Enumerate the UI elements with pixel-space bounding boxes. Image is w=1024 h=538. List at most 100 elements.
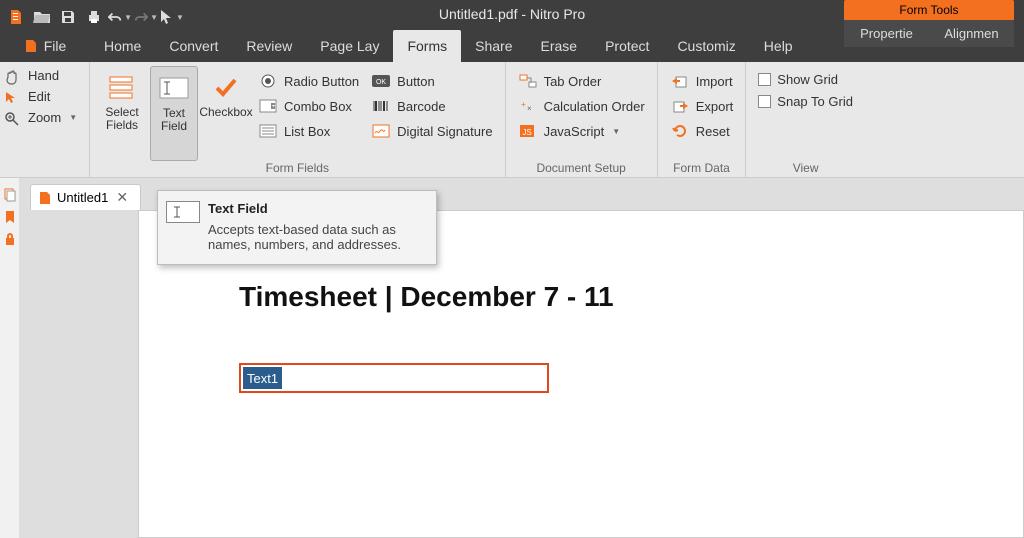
tab-customize[interactable]: Customiz <box>663 30 749 62</box>
group-view: Show Grid Snap To Grid View <box>746 62 865 177</box>
checkbox-icon <box>211 72 241 102</box>
calculation-order-label: Calculation Order <box>544 99 645 114</box>
tab-help[interactable]: Help <box>750 30 807 62</box>
reset-button[interactable]: Reset <box>666 120 738 142</box>
list-box-button[interactable]: List Box <box>254 120 363 142</box>
export-icon <box>670 97 690 115</box>
chevron-down-icon: ▼ <box>124 13 132 22</box>
text-field-button[interactable]: Text Field <box>150 66 198 161</box>
group-document-setup: Tab Order +× Calculation Order JS JavaSc… <box>506 62 658 177</box>
svg-text:+: + <box>521 100 526 109</box>
select-fields-button[interactable]: Select Fields <box>98 66 146 161</box>
import-icon <box>670 72 690 90</box>
tab-review[interactable]: Review <box>232 30 306 62</box>
hand-icon <box>4 69 22 83</box>
chevron-down-icon: ▼ <box>612 127 620 136</box>
calculation-order-button[interactable]: +× Calculation Order <box>514 95 649 117</box>
ribbon: Hand Edit Zoom ▼ Select Fields Te <box>0 62 1024 178</box>
tab-order-icon <box>518 72 538 90</box>
form-text-field[interactable]: Text1 <box>239 363 549 393</box>
javascript-button[interactable]: JS JavaScript ▼ <box>514 120 649 142</box>
js-icon: JS <box>518 122 538 140</box>
security-panel-icon[interactable] <box>3 232 17 246</box>
radio-icon <box>258 72 278 90</box>
tab-erase[interactable]: Erase <box>527 30 592 62</box>
tooltip: Text Field Accepts text-based data such … <box>157 190 437 265</box>
snap-to-grid-checkbox[interactable]: Snap To Grid <box>754 92 857 111</box>
tab-share[interactable]: Share <box>461 30 526 62</box>
chevron-down-icon: ▼ <box>176 13 184 22</box>
group-label-view: View <box>754 161 857 175</box>
tab-forms[interactable]: Forms <box>393 30 461 62</box>
reset-icon <box>670 122 690 140</box>
tab-order-button[interactable]: Tab Order <box>514 70 649 92</box>
digital-signature-button[interactable]: Digital Signature <box>367 120 496 142</box>
checkbox-label: Checkbox <box>199 106 252 119</box>
file-menu-button[interactable]: File <box>0 30 90 62</box>
combo-box-button[interactable]: Combo Box <box>254 95 363 117</box>
group-label-form-data: Form Data <box>666 161 738 175</box>
hand-tool[interactable]: Hand <box>4 68 85 83</box>
select-fields-label: Select Fields <box>100 106 144 132</box>
calc-order-icon: +× <box>518 97 538 115</box>
workspace: Untitled1 ✕ Timesheet | December 7 - 11 … <box>0 178 1024 538</box>
combo-icon <box>258 97 278 115</box>
tool-mode-panel: Hand Edit Zoom ▼ <box>0 62 90 177</box>
form-tools-header: Form Tools <box>844 0 1014 20</box>
tab-home[interactable]: Home <box>90 30 155 62</box>
hand-tool-label: Hand <box>28 68 59 83</box>
cursor-select-icon[interactable]: ▼ <box>160 5 184 29</box>
tab-page-layout[interactable]: Page Lay <box>306 30 393 62</box>
app-icon[interactable] <box>4 5 28 29</box>
form-field-name: Text1 <box>243 367 282 389</box>
checkbox-box-icon <box>758 73 771 86</box>
select-fields-icon <box>107 72 137 102</box>
title-bar: ▼ ▼ ▼ Untitled1.pdf - Nitro Pro Form Too… <box>0 0 1024 62</box>
navigation-sidebar <box>0 178 20 538</box>
arrow-edit-icon <box>4 90 22 104</box>
print-icon[interactable] <box>82 5 106 29</box>
close-tab-icon[interactable]: ✕ <box>114 189 130 206</box>
chevron-down-icon: ▼ <box>150 13 158 22</box>
file-icon <box>24 39 38 53</box>
reset-label: Reset <box>696 124 730 139</box>
button-label: Button <box>397 74 435 89</box>
signature-icon <box>371 122 391 140</box>
tab-convert[interactable]: Convert <box>155 30 232 62</box>
barcode-button[interactable]: Barcode <box>367 95 496 117</box>
window-title: Untitled1.pdf - Nitro Pro <box>439 6 585 22</box>
chevron-down-icon: ▼ <box>69 113 77 122</box>
document-tab[interactable]: Untitled1 ✕ <box>30 184 141 210</box>
import-button[interactable]: Import <box>666 70 738 92</box>
list-icon <box>258 122 278 140</box>
show-grid-checkbox[interactable]: Show Grid <box>754 70 857 89</box>
redo-icon[interactable]: ▼ <box>134 5 158 29</box>
ok-button-icon: OK <box>371 72 391 90</box>
bookmarks-panel-icon[interactable] <box>3 210 17 224</box>
save-icon[interactable] <box>56 5 80 29</box>
export-button[interactable]: Export <box>666 95 738 117</box>
tab-order-label: Tab Order <box>544 74 602 89</box>
document-heading: Timesheet | December 7 - 11 <box>239 281 983 313</box>
undo-icon[interactable]: ▼ <box>108 5 132 29</box>
tooltip-title: Text Field <box>208 201 424 216</box>
zoom-tool[interactable]: Zoom ▼ <box>4 110 85 125</box>
checkbox-box-icon <box>758 95 771 108</box>
tooltip-body: Accepts text-based data such as names, n… <box>208 222 424 252</box>
text-field-icon <box>166 201 200 223</box>
pages-panel-icon[interactable] <box>3 188 17 202</box>
svg-text:OK: OK <box>376 79 386 86</box>
document-tab-label: Untitled1 <box>57 190 108 205</box>
pdf-file-icon <box>39 191 51 205</box>
ribbon-tabs: File Home Convert Review Page Lay Forms … <box>0 30 1024 62</box>
button-button[interactable]: OK Button <box>367 70 496 92</box>
show-grid-label: Show Grid <box>777 72 838 87</box>
radio-button-button[interactable]: Radio Button <box>254 70 363 92</box>
snap-to-grid-label: Snap To Grid <box>777 94 853 109</box>
edit-tool[interactable]: Edit <box>4 89 85 104</box>
combo-box-label: Combo Box <box>284 99 352 114</box>
list-box-label: List Box <box>284 124 330 139</box>
checkbox-button[interactable]: Checkbox <box>202 66 250 161</box>
tab-protect[interactable]: Protect <box>591 30 663 62</box>
open-icon[interactable] <box>30 5 54 29</box>
